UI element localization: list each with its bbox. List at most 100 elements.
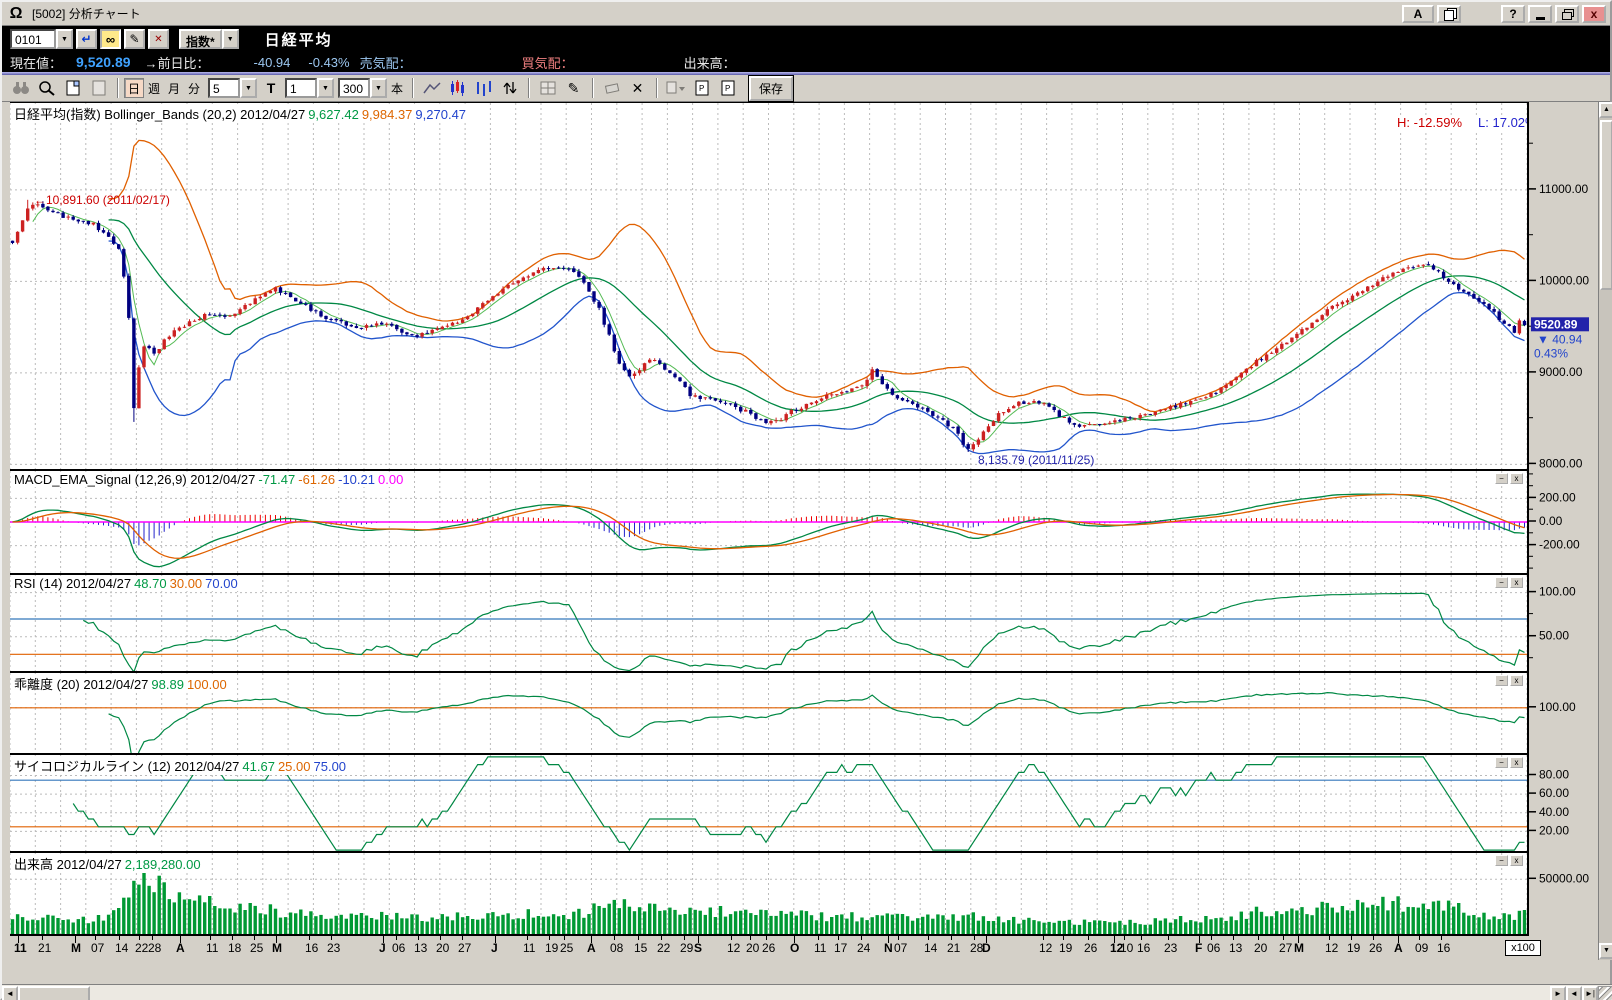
toolbar-separator	[117, 78, 119, 98]
step-end-button[interactable]: ►|	[1582, 986, 1598, 1000]
tick-button[interactable]: T	[261, 80, 281, 96]
x-axis-tick	[527, 936, 528, 940]
scroll-up-button[interactable]: ▲	[1599, 102, 1612, 118]
pane-title-part: RSI (14) 2012/04/27	[14, 576, 131, 591]
category-combo[interactable]: 指数* ▼	[179, 29, 239, 49]
restore-button[interactable]	[1555, 5, 1579, 23]
pane-title-part: -61.26	[298, 472, 335, 487]
period-monthly-button[interactable]: 月	[164, 78, 184, 98]
volume-pane[interactable]: 出来高 2012/04/272,189,280.00 −x	[10, 853, 1527, 936]
x-axis-label: 20	[746, 941, 759, 955]
x-axis-tick	[1088, 936, 1089, 940]
axis-tick-label: 50000.00	[1539, 871, 1589, 885]
x-axis-tick	[139, 936, 140, 940]
macd-pane[interactable]: MACD_EMA_Signal (12,26,9) 2012/04/27-71.…	[10, 471, 1527, 575]
pane-minimize-button[interactable]: −	[1495, 675, 1508, 686]
candle-chart-button[interactable]	[445, 77, 470, 99]
chevron-down-icon[interactable]: ▼	[222, 29, 239, 49]
axis-tick-label: -200.00	[1539, 538, 1580, 552]
vertical-scroll-thumb[interactable]	[1600, 120, 1612, 290]
delete-button[interactable]: ✕	[148, 29, 169, 49]
horizontal-scroll-thumb[interactable]	[18, 986, 90, 1000]
chart-plot-area[interactable]: 日経平均(指数) Bollinger_Bands (20,2) 2012/04/…	[10, 102, 1529, 936]
chevron-down-icon[interactable]: ▼	[240, 78, 257, 98]
scroll-left-button[interactable]: ◄	[2, 986, 18, 1000]
template-save-page-button[interactable]: P	[715, 77, 740, 99]
x-axis-label: A	[587, 941, 596, 955]
template-page-button[interactable]: P	[689, 77, 714, 99]
rsi-pane[interactable]: RSI (14) 2012/04/2748.7030.0070.00 −x	[10, 575, 1527, 673]
font-button[interactable]: A	[1402, 5, 1434, 23]
pane-close-button[interactable]: x	[1510, 577, 1523, 588]
copy-chart-button[interactable]	[663, 77, 688, 99]
line-chart-button[interactable]	[419, 77, 444, 99]
period-minute-button[interactable]: 分	[184, 78, 204, 98]
help-button[interactable]: ?	[1501, 5, 1525, 23]
multiplier-combo[interactable]: 1 ▼	[285, 78, 334, 98]
bar-count-combo[interactable]: 300 ▼	[338, 78, 387, 98]
scroll-right-button[interactable]: ►	[1550, 986, 1566, 1000]
x-axis-label: 26	[1084, 941, 1097, 955]
high-low-label: H: -12.59%L: 17.02%	[1395, 115, 1527, 130]
x-axis-tick	[1141, 936, 1142, 940]
enter-button[interactable]: ↵	[76, 29, 97, 49]
x-axis-tick	[75, 936, 76, 943]
pane-minimize-button[interactable]: −	[1495, 577, 1508, 588]
svg-text:P: P	[699, 84, 704, 93]
pane-close-button[interactable]: x	[1510, 757, 1523, 768]
chevron-down-icon[interactable]: ▼	[317, 78, 334, 98]
clear-drawings-button[interactable]: ✕	[625, 77, 650, 99]
x-axis-tick	[210, 936, 211, 940]
copy-window-button[interactable]	[1437, 5, 1461, 23]
x-axis-tick	[462, 936, 463, 940]
x-axis-tick	[1298, 936, 1299, 943]
x-axis-label: 25	[250, 941, 263, 955]
pane-close-button[interactable]: x	[1510, 855, 1523, 866]
interval-combo[interactable]: 5 ▼	[208, 78, 257, 98]
sort-arrows-button[interactable]	[497, 77, 522, 99]
pane-title-part: 出来高 2012/04/27	[14, 857, 122, 872]
draw-tool-button[interactable]: ✎	[561, 77, 586, 99]
eraser-tool-button[interactable]	[599, 77, 624, 99]
bar-chart-button[interactable]	[471, 77, 496, 99]
price-pane[interactable]: 日経平均(指数) Bollinger_Bands (20,2) 2012/04/…	[10, 103, 1527, 471]
resize-grip[interactable]	[1598, 986, 1612, 1000]
pane-minimize-button[interactable]: −	[1495, 757, 1508, 768]
x-axis-label: 06	[1207, 941, 1220, 955]
step-back-button[interactable]: ◄	[1566, 986, 1582, 1000]
period-daily-button[interactable]: 日	[124, 78, 144, 98]
bar-count-value: 300	[338, 78, 370, 98]
pane-minimize-button[interactable]: −	[1495, 855, 1508, 866]
deviation-pane[interactable]: 乖離度 (20) 2012/04/2798.89100.00 −x	[10, 673, 1527, 755]
candle-chart-icon	[449, 80, 467, 96]
pane-close-button[interactable]: x	[1510, 675, 1523, 686]
zoom-tool-button[interactable]	[34, 77, 59, 99]
pane-close-button[interactable]: x	[1510, 473, 1523, 484]
x-axis-label: A	[176, 941, 185, 955]
prev-diff-value: -40.94	[254, 55, 291, 70]
horizontal-scrollbar[interactable]: ◄ ► ◄ ►|	[2, 984, 1612, 1000]
chevron-down-icon[interactable]: ▼	[370, 78, 387, 98]
edit-button[interactable]: ✎	[124, 29, 145, 49]
binoculars-tool-button[interactable]	[8, 77, 33, 99]
grid-tool-button[interactable]	[535, 77, 560, 99]
search-button[interactable]: ∞	[100, 29, 121, 49]
return-icon: ↵	[81, 32, 91, 46]
vertical-scrollbar[interactable]: ▲ ▼	[1598, 102, 1612, 960]
psychological-pane[interactable]: サイコロジカルライン (12) 2012/04/2741.6725.0075.0…	[10, 755, 1527, 853]
scroll-down-button[interactable]: ▼	[1599, 943, 1612, 959]
x-icon: ✕	[632, 80, 644, 97]
x-axis-label: 07	[894, 941, 907, 955]
bar-chart-icon	[475, 80, 493, 96]
pane-title-part: 30.00	[170, 576, 203, 591]
save-button[interactable]: 保存	[749, 76, 793, 101]
chevron-down-icon[interactable]: ▼	[56, 29, 73, 49]
stock-code-combo[interactable]: 0101 ▼	[10, 29, 73, 49]
minimize-button[interactable]	[1528, 5, 1552, 23]
page-setup-button[interactable]	[60, 77, 85, 99]
page-restore-button[interactable]	[86, 77, 111, 99]
axis-tick-label: 20.00	[1539, 823, 1569, 837]
period-weekly-button[interactable]: 週	[144, 78, 164, 98]
close-button[interactable]: x	[1582, 5, 1606, 23]
pane-minimize-button[interactable]: −	[1495, 473, 1508, 484]
